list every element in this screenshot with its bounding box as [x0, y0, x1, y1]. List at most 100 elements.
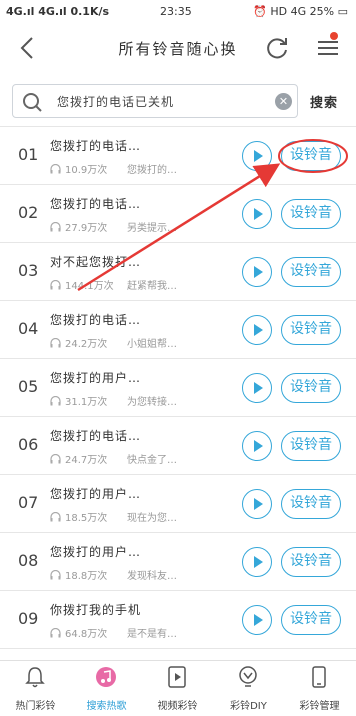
tab-label: 搜索热歌	[86, 701, 127, 712]
set-ringtone-button[interactable]: 设铃音	[281, 431, 341, 461]
item-index: 04	[18, 319, 39, 338]
search-input[interactable]: 您拨打的电话已关机 ✕	[12, 84, 298, 118]
play-button[interactable]	[242, 605, 272, 635]
list-item[interactable]: 09 你拨打我的手机 64.8万次 是不是有… 设铃音	[0, 591, 356, 649]
play-count: 24.7万次	[65, 455, 108, 466]
song-meta: 27.9万次 另类提示…	[50, 219, 177, 234]
menu-icon[interactable]	[316, 36, 340, 60]
phone-icon	[312, 666, 326, 688]
play-button[interactable]	[242, 315, 272, 345]
play-count: 27.9万次	[65, 223, 108, 234]
refresh-icon[interactable]	[264, 35, 290, 61]
diy-icon	[239, 666, 257, 687]
play-count: 64.8万次	[65, 629, 108, 640]
song-artist: 发现科友…	[127, 571, 177, 582]
song-meta: 18.5万次 现在为您…	[50, 509, 177, 524]
play-button[interactable]	[242, 431, 272, 461]
song-meta: 144.1万次 赶紧帮我…	[50, 277, 177, 292]
list-item[interactable]: 01 您拨打的电话… 10.9万次 您拨打的… 设铃音	[0, 127, 356, 185]
play-icon	[254, 440, 263, 452]
headphone-icon	[50, 222, 61, 232]
song-title: 您拨打的用户…	[50, 487, 142, 501]
headphone-icon	[50, 280, 61, 290]
set-ringtone-button[interactable]: 设铃音	[281, 605, 341, 635]
play-button[interactable]	[242, 489, 272, 519]
tab-video-ringtones[interactable]: 视频彩铃	[142, 661, 213, 716]
play-icon	[254, 498, 263, 510]
tab-label: 视频彩铃	[157, 701, 198, 712]
play-button[interactable]	[242, 373, 272, 403]
list-item[interactable]: 03 对不起您拨打… 144.1万次 赶紧帮我… 设铃音	[0, 243, 356, 301]
list-item[interactable]: 08 您拨打的用户… 18.8万次 发现科友… 设铃音	[0, 533, 356, 591]
song-artist: 是不是有…	[127, 629, 177, 640]
list-item[interactable]: 06 您拨打的电话… 24.7万次 快点金了… 设铃音	[0, 417, 356, 475]
set-ringtone-button[interactable]: 设铃音	[281, 373, 341, 403]
item-index: 05	[18, 377, 39, 396]
song-title: 您拨打的电话…	[50, 429, 142, 443]
play-count: 144.1万次	[65, 281, 114, 292]
song-meta: 31.1万次 为您转接…	[50, 393, 177, 408]
item-index: 09	[18, 609, 39, 628]
play-icon	[254, 382, 263, 394]
bell-icon	[25, 667, 45, 688]
notification-dot	[330, 32, 338, 40]
headphone-icon	[50, 628, 61, 638]
headphone-icon	[50, 164, 61, 174]
set-ringtone-button[interactable]: 设铃音	[281, 547, 341, 577]
play-icon	[254, 266, 263, 278]
set-ringtone-button[interactable]: 设铃音	[281, 315, 341, 345]
headphone-icon	[50, 396, 61, 406]
play-icon	[254, 150, 263, 162]
play-count: 31.1万次	[65, 397, 108, 408]
song-artist: 赶紧帮我…	[127, 281, 177, 292]
song-artist: 为您转接…	[127, 397, 177, 408]
song-artist: 小姐姐帮…	[127, 339, 177, 350]
tab-label: 彩铃DIY	[230, 701, 267, 712]
song-meta: 10.9万次 您拨打的…	[50, 161, 177, 176]
song-title: 您拨打的电话…	[50, 313, 142, 327]
song-meta: 24.2万次 小姐姐帮…	[50, 335, 177, 350]
song-meta: 18.8万次 发现科友…	[50, 567, 177, 582]
list-item[interactable]: 02 您拨打的电话… 27.9万次 另类提示… 设铃音	[0, 185, 356, 243]
play-count: 24.2万次	[65, 339, 108, 350]
song-title: 您拨打的电话…	[50, 197, 142, 211]
set-ringtone-button[interactable]: 设铃音	[281, 199, 341, 229]
list-item[interactable]: 05 您拨打的用户… 31.1万次 为您转接… 设铃音	[0, 359, 356, 417]
play-button[interactable]	[242, 141, 272, 171]
item-index: 07	[18, 493, 39, 512]
play-icon	[254, 208, 263, 220]
item-index: 08	[18, 551, 39, 570]
search-button[interactable]: 搜索	[310, 92, 338, 111]
tab-ringtone-diy[interactable]: 彩铃DIY	[213, 661, 284, 716]
tab-label: 彩铃管理	[299, 701, 340, 712]
song-artist: 另类提示…	[127, 223, 177, 234]
header: 所有铃音随心换	[0, 24, 356, 72]
tab-ringtone-manage[interactable]: 彩铃管理	[284, 661, 355, 716]
tab-hot-ringtones[interactable]: 热门彩铃	[0, 661, 71, 716]
list-item[interactable]: 10机主的幸运电话设铃音	[0, 649, 356, 660]
headphone-icon	[50, 338, 61, 348]
set-ringtone-button[interactable]: 设铃音	[281, 489, 341, 519]
tab-bar: 热门彩铃 搜索热歌 视频彩铃 彩铃DIY 彩铃管理	[0, 660, 356, 716]
set-ringtone-button[interactable]: 设铃音	[281, 257, 341, 287]
play-button[interactable]	[242, 199, 272, 229]
video-icon	[168, 666, 186, 688]
song-artist: 快点金了…	[127, 455, 177, 466]
list-item[interactable]: 07 您拨打的用户… 18.5万次 现在为您… 设铃音	[0, 475, 356, 533]
search-value[interactable]: 您拨打的电话已关机	[57, 93, 174, 110]
list-item[interactable]: 04 您拨打的电话… 24.2万次 小姐姐帮… 设铃音	[0, 301, 356, 359]
song-meta: 24.7万次 快点金了…	[50, 451, 177, 466]
tab-search-songs[interactable]: 搜索热歌	[71, 661, 142, 716]
item-index: 06	[18, 435, 39, 454]
play-button[interactable]	[242, 547, 272, 577]
song-title: 您拨打的用户…	[50, 545, 142, 559]
song-title: 您拨打的用户…	[50, 371, 142, 385]
item-index: 03	[18, 261, 39, 280]
play-icon	[254, 324, 263, 336]
clear-icon[interactable]: ✕	[275, 93, 292, 110]
search-icon	[23, 93, 42, 112]
play-button[interactable]	[242, 257, 272, 287]
ringtone-list: 01 您拨打的电话… 10.9万次 您拨打的… 设铃音 02 您拨打的电话… 27.9万次 另类…	[0, 126, 356, 660]
song-title: 你拨打我的手机	[50, 603, 142, 617]
set-ringtone-button[interactable]: 设铃音	[281, 141, 341, 171]
